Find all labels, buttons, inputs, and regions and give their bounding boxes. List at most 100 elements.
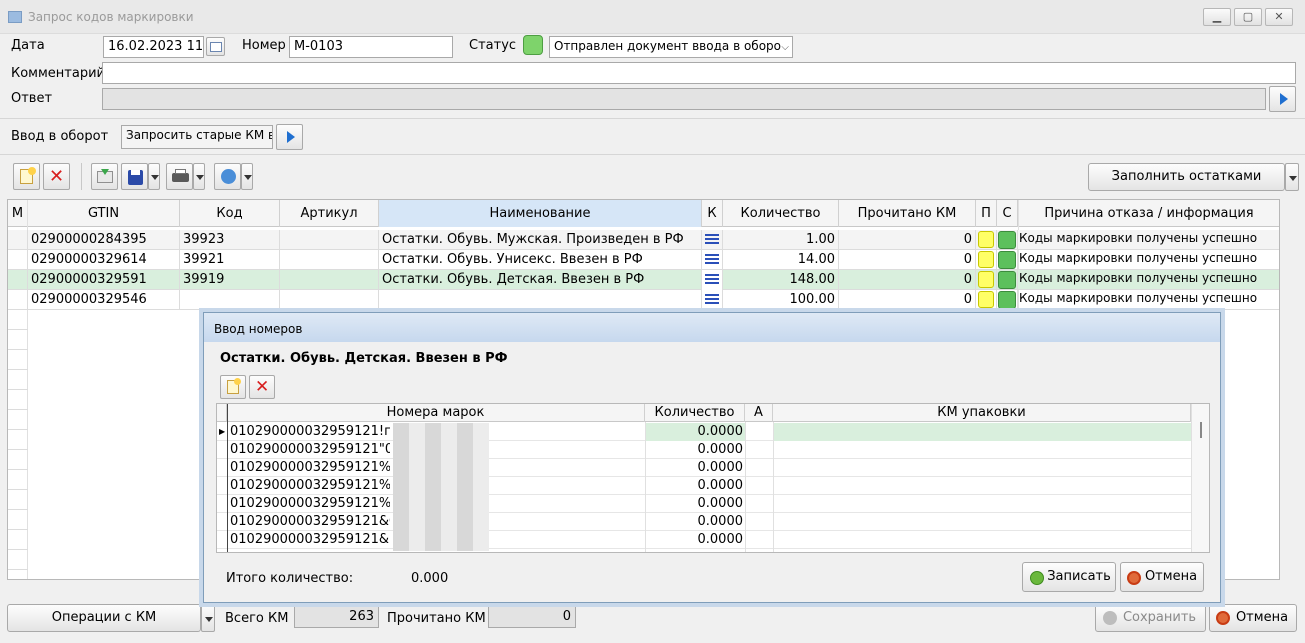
status-value: Отправлен документ ввода в оборо [554,39,781,53]
number-field[interactable]: М-0103 [289,36,453,58]
marks-row[interactable]: 010290000032959121&O 0.0000 [217,513,1191,531]
dialog-new-button[interactable] [220,375,246,399]
comment-label: Комментарий [11,66,105,81]
print-dropdown-button[interactable] [193,163,205,190]
cell-article [280,270,379,290]
cell-read: 0 [839,290,976,310]
table-row[interactable]: 02900000284395 39923 Остатки. Обувь. Муж… [8,230,1279,250]
status-indicator [523,35,543,55]
cell-article [280,250,379,270]
check-icon [1103,611,1117,625]
mark-number: 010290000032959121%ll [230,478,390,493]
marks-row[interactable]: 010290000032959121"0b 0.0000 [217,441,1191,459]
mark-number: 010290000032959121&p [230,532,390,547]
read-km-value: 0 [488,606,576,628]
marks-grid-header: Номера марок Количество А КМ упаковки [217,404,1209,422]
list-icon[interactable] [705,254,719,266]
col-header-quantity[interactable]: Количество [645,404,745,422]
close-button[interactable]: ✕ [1265,8,1293,26]
col-header-qty[interactable]: Количество [723,200,839,227]
calendar-button[interactable] [206,37,225,56]
col-header-k[interactable]: К [702,200,723,227]
save-dropdown-button[interactable] [148,163,160,190]
cancel-button[interactable]: Отмена [1209,604,1297,632]
cell-info: Коды маркировки получены успешно [1018,250,1279,270]
comment-field[interactable] [102,62,1296,84]
cell-code: 39923 [180,230,280,250]
network-icon [221,169,236,184]
status-select[interactable]: Отправлен документ ввода в оборо ⌵ [549,36,793,58]
mark-quantity[interactable]: 0.0000 [645,459,745,477]
marks-row[interactable]: 010290000032959121%ll 0.0000 [217,477,1191,495]
marks-row[interactable]: 010290000032959121%T 0.0000 [217,495,1191,513]
marks-grid[interactable]: Номера марок Количество А КМ упаковки ▶ … [216,403,1210,553]
col-header-read[interactable]: Прочитано КМ [839,200,976,227]
mark-quantity[interactable]: 0.0000 [645,495,745,513]
marks-row-current[interactable]: ▶ 010290000032959121!пр 0.0000 [217,423,1191,441]
col-header-a[interactable]: А [745,404,773,422]
turnover-select[interactable]: Запросить старые КМ в [121,125,273,149]
save-button[interactable]: Сохранить [1095,604,1206,632]
package-km-cell[interactable] [773,423,1191,441]
col-header-m[interactable]: М [8,200,28,227]
new-button[interactable] [13,163,40,190]
dialog-total-label: Итого количество: [226,571,354,586]
calendar-icon [210,42,222,52]
exchange-button[interactable] [214,163,241,190]
mark-number: 010290000032959121"0b [230,442,390,457]
list-icon[interactable] [705,274,719,286]
printer-icon [172,173,189,182]
marks-row[interactable]: 010290000032959121%L 0.0000 [217,459,1191,477]
cell-article [280,290,379,310]
col-header-code[interactable]: Код [180,200,280,227]
delete-button[interactable]: ✕ [43,163,70,190]
col-header-package-km[interactable]: КМ упаковки [773,404,1191,422]
mark-quantity[interactable]: 0.0000 [645,477,745,495]
dialog-delete-button[interactable]: ✕ [249,375,275,399]
col-header-name[interactable]: Наименование [379,200,702,227]
answer-go-button[interactable] [1269,86,1296,112]
turnover-go-button[interactable] [276,124,303,150]
grid-header: М GTIN Код Артикул Наименование К Количе… [8,200,1279,227]
scrollbar-thumb[interactable] [1200,422,1202,438]
mark-quantity[interactable]: 0.0000 [645,423,745,441]
save-toolbar-button[interactable] [121,163,148,190]
mark-quantity[interactable]: 0.0000 [645,531,745,549]
dialog-title-bar: Ввод номеров [204,313,1220,342]
cancel-label: Отмена [1235,610,1289,625]
import-button[interactable] [91,163,118,190]
fill-remains-button[interactable]: Заполнить остатками [1088,163,1285,191]
table-row[interactable]: 02900000329546 100.00 0 Коды маркировки … [8,290,1279,310]
exchange-dropdown-button[interactable] [241,163,253,190]
mark-quantity[interactable]: 0.0000 [645,441,745,459]
col-header-gtin[interactable]: GTIN [28,200,180,227]
table-row-selected[interactable]: 02900000329591 39919 Остатки. Обувь. Дет… [8,270,1279,290]
date-field[interactable]: 16.02.2023 11 [103,36,204,58]
play-icon [1280,93,1288,105]
col-header-c[interactable]: С [997,200,1018,227]
list-icon[interactable] [705,234,719,246]
col-header-article[interactable]: Артикул [280,200,379,227]
col-header-info[interactable]: Причина отказа / информация [1018,200,1279,227]
minimize-button[interactable]: ▁ [1203,8,1231,26]
divider [0,154,1305,155]
dialog-cancel-button[interactable]: Отмена [1120,562,1204,592]
print-button[interactable] [166,163,193,190]
cell-gtin: 02900000329546 [28,290,180,310]
maximize-button[interactable]: ▢ [1234,8,1262,26]
scrollbar[interactable] [1191,404,1209,552]
table-row[interactable]: 02900000329614 39921 Остатки. Обувь. Уни… [8,250,1279,270]
save-label: Сохранить [1122,610,1197,625]
read-status-indicator [978,291,994,308]
list-icon[interactable] [705,294,719,306]
dialog-save-button[interactable]: Записать [1022,562,1116,592]
col-header-marks[interactable]: Номера марок [227,404,645,422]
col-header-p[interactable]: П [976,200,997,227]
marks-row[interactable]: 010290000032959121&p 0.0000 [217,531,1191,549]
divider [0,118,1305,119]
mark-quantity[interactable]: 0.0000 [645,513,745,531]
fill-dropdown-button[interactable] [1285,163,1299,191]
operations-button[interactable]: Операции с КМ [7,604,201,632]
cell-read: 0 [839,270,976,290]
operations-dropdown-button[interactable] [201,604,215,632]
